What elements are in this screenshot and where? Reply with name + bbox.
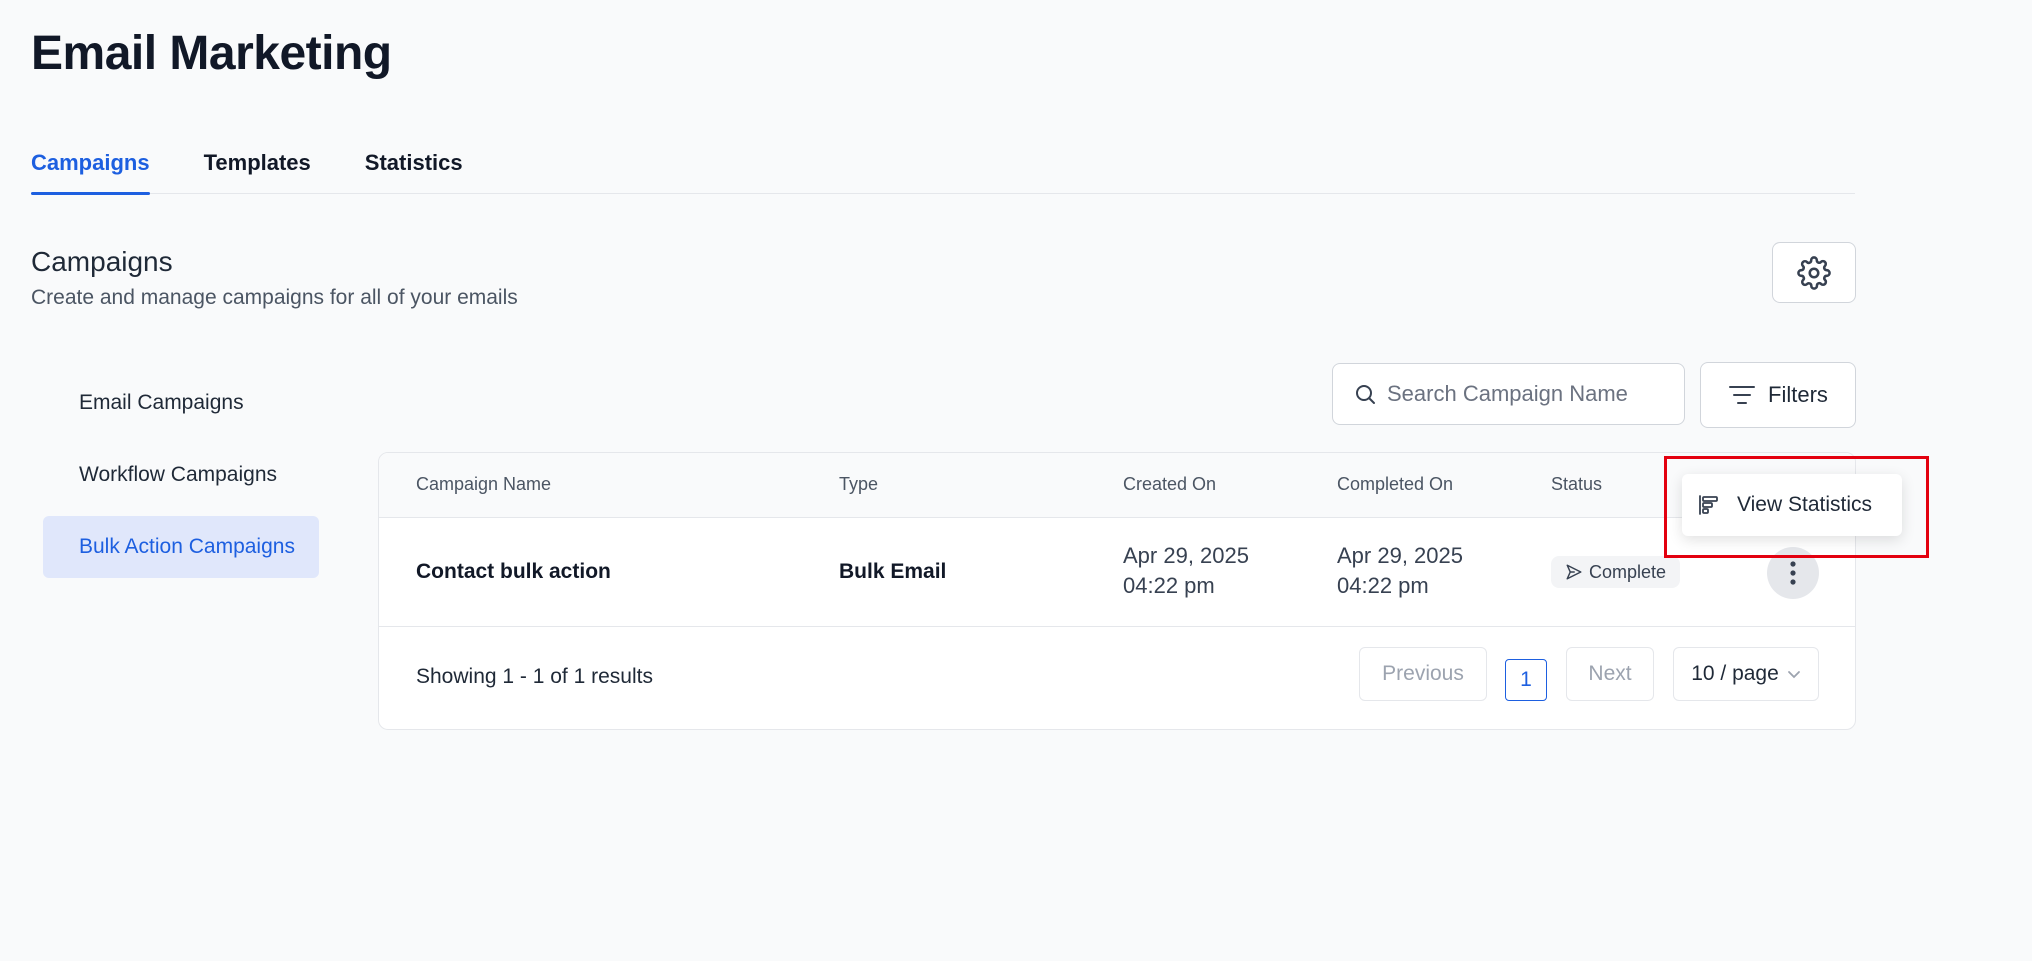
created-time: 04:22 pm <box>1123 573 1215 598</box>
column-header-status[interactable]: Status <box>1551 474 1602 495</box>
next-button[interactable]: Next <box>1566 647 1654 701</box>
page-title: Email Marketing <box>31 27 392 80</box>
tab-statistics[interactable]: Statistics <box>365 140 463 194</box>
status-label: Complete <box>1589 561 1667 582</box>
send-icon <box>1566 564 1582 580</box>
column-header-campaign-name[interactable]: Campaign Name <box>416 474 551 495</box>
previous-button[interactable]: Previous <box>1359 647 1487 701</box>
created-date: Apr 29, 2025 <box>1123 543 1249 568</box>
menu-item-label: View Statistics <box>1737 493 1872 516</box>
cell-created-on: Apr 29, 2025 04:22 pm <box>1123 541 1249 601</box>
sidebar-item-workflow-campaigns[interactable]: Workflow Campaigns <box>43 444 319 506</box>
campaign-type-nav: Email Campaigns Workflow Campaigns Bulk … <box>43 372 319 588</box>
row-actions-button[interactable] <box>1767 547 1819 599</box>
page-size-select[interactable]: 10 / page <box>1673 647 1819 701</box>
table-row[interactable]: Contact bulk action Bulk Email Apr 29, 2… <box>379 518 1855 627</box>
filters-label: Filters <box>1768 382 1828 407</box>
campaigns-table: Campaign Name Type Created On Completed … <box>378 452 1856 730</box>
completed-time: 04:22 pm <box>1337 573 1429 598</box>
table-header: Campaign Name Type Created On Completed … <box>379 453 1855 518</box>
row-actions-menu-item-view-statistics[interactable]: View Statistics <box>1682 474 1902 536</box>
page-number-button[interactable]: 1 <box>1505 659 1547 701</box>
page-size-label: 10 / page <box>1691 662 1779 685</box>
sidebar-item-label: Workflow Campaigns <box>79 463 278 486</box>
filters-button[interactable]: Filters <box>1700 362 1856 428</box>
sidebar-item-email-campaigns[interactable]: Email Campaigns <box>43 372 319 434</box>
cell-completed-on: Apr 29, 2025 04:22 pm <box>1337 541 1463 601</box>
column-header-completed-on[interactable]: Completed On <box>1337 474 1453 495</box>
column-header-type[interactable]: Type <box>839 474 878 495</box>
tab-campaigns[interactable]: Campaigns <box>31 140 150 195</box>
tab-templates[interactable]: Templates <box>204 140 311 194</box>
filter-icon <box>1729 386 1756 404</box>
chevron-down-icon <box>1787 671 1800 679</box>
results-count: Showing 1 - 1 of 1 results <box>416 665 653 688</box>
more-vertical-icon <box>1790 561 1796 585</box>
search-icon <box>1356 385 1375 404</box>
cell-campaign-name[interactable]: Contact bulk action <box>416 560 611 584</box>
table-footer: Showing 1 - 1 of 1 results Previous 1 Ne… <box>379 627 1855 729</box>
gear-icon <box>1797 255 1831 290</box>
cell-type: Bulk Email <box>839 560 947 583</box>
sidebar-item-label: Bulk Action Campaigns <box>79 535 295 558</box>
sidebar-item-label: Email Campaigns <box>79 391 244 414</box>
section-subtitle: Create and manage campaigns for all of y… <box>31 286 518 309</box>
column-header-created-on[interactable]: Created On <box>1123 474 1216 495</box>
search-box <box>1332 363 1685 425</box>
status-badge: Complete <box>1551 556 1681 588</box>
completed-date: Apr 29, 2025 <box>1337 543 1463 568</box>
search-input[interactable] <box>1387 381 1677 407</box>
sidebar-item-bulk-action-campaigns[interactable]: Bulk Action Campaigns <box>43 516 319 578</box>
settings-button[interactable] <box>1772 242 1856 303</box>
tab-bar: Campaigns Templates Statistics <box>31 140 1855 195</box>
statistics-icon <box>1699 495 1718 515</box>
section-title: Campaigns <box>31 246 173 277</box>
